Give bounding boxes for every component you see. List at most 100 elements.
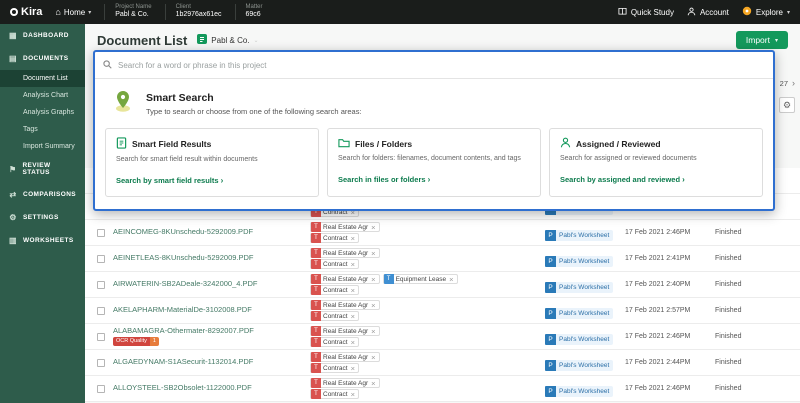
sidebar-item-import-summary[interactable]: Import Summary: [0, 138, 85, 155]
home-button[interactable]: ⌂ Home ▾: [55, 7, 91, 17]
tag-remove-icon[interactable]: ×: [351, 260, 355, 269]
tag-remove-icon[interactable]: ×: [371, 301, 375, 310]
review-status: Finished: [705, 281, 800, 288]
smart-field-tags: TReal Estate Agr×TContract×: [310, 300, 545, 321]
tag-label: Equipment Lease: [396, 276, 447, 283]
search-icon: [103, 56, 112, 74]
search-card-assigned-reviewed[interactable]: Assigned / ReviewedSearch for assigned o…: [549, 128, 763, 197]
review-status: Finished: [705, 229, 800, 236]
sidebar-item-documents[interactable]: ▤DOCUMENTS: [0, 47, 85, 70]
row-checkbox[interactable]: [97, 229, 105, 237]
tag-remove-icon[interactable]: ×: [351, 338, 355, 347]
smart-field-tags: TReal Estate Agr×TContract×: [310, 326, 545, 347]
main-content: Document List Pabl & Co. ⌄ Import ▾ 27 ›…: [85, 24, 800, 403]
ocr-quality-count: 1: [150, 337, 159, 346]
breadcrumb-label: Pabl & Co.: [211, 36, 249, 45]
chevron-down-icon: ▾: [787, 9, 790, 16]
tag-label: Real Estate Agr: [323, 250, 368, 257]
search-bar[interactable]: [95, 52, 773, 79]
quick-study-icon: [618, 7, 627, 18]
row-checkbox[interactable]: [97, 281, 105, 289]
tag-remove-icon[interactable]: ×: [371, 275, 375, 284]
pagination-next-icon[interactable]: ›: [792, 78, 795, 88]
smart-field-icon: [116, 137, 127, 151]
tag-label: Real Estate Agr: [323, 276, 368, 283]
tag-type-icon: T: [311, 363, 321, 373]
worksheet-badge[interactable]: PPabl's Worksheet: [545, 334, 613, 345]
worksheet-badge[interactable]: PPabl's Worksheet: [545, 230, 613, 241]
worksheet-badge[interactable]: PPabl's Worksheet: [545, 386, 613, 397]
tag-remove-icon[interactable]: ×: [351, 286, 355, 295]
import-date: 17 Feb 2021 2:46PM: [625, 229, 705, 236]
client-field: Client 1b2976ax61ec: [165, 4, 222, 20]
kira-logo[interactable]: Kira: [10, 6, 42, 18]
explore-button[interactable]: Explore ▾: [742, 6, 790, 18]
quick-study-button[interactable]: Quick Study: [618, 7, 674, 18]
tag-remove-icon[interactable]: ×: [371, 379, 375, 388]
worksheet-icon: P: [545, 308, 556, 319]
worksheet-badge[interactable]: PPabl's Worksheet: [545, 308, 613, 319]
sidebar-item-review-status[interactable]: ⚑REVIEW STATUS: [0, 155, 85, 183]
ocr-quality-badge: OCR Quality1: [113, 337, 159, 346]
card-description: Search for folders: filenames, document …: [338, 154, 530, 163]
tag-remove-icon[interactable]: ×: [351, 312, 355, 321]
tag-type-icon: T: [311, 248, 321, 258]
row-checkbox[interactable]: [97, 333, 105, 341]
review-status: Finished: [705, 333, 800, 340]
import-button[interactable]: Import ▾: [736, 31, 788, 49]
row-checkbox[interactable]: [97, 385, 105, 393]
sidebar-item-worksheets[interactable]: ▥WORKSHEETS: [0, 229, 85, 252]
tag-label: Contract: [323, 261, 348, 268]
card-link[interactable]: Search in files or folders ›: [338, 175, 430, 184]
chevron-down-icon: ⌄: [254, 37, 259, 44]
document-link[interactable]: AEINCOMEG-8KUnschedu-5292009.PDF: [113, 228, 310, 237]
worksheet-badge[interactable]: PPabl's Worksheet: [545, 256, 613, 267]
document-link[interactable]: AIRWATERIN-SB2ADeale-3242000_4.PDF: [113, 280, 310, 289]
worksheet-badge[interactable]: PPabl's Worksheet: [545, 360, 613, 371]
tag-remove-icon[interactable]: ×: [351, 364, 355, 373]
search-input[interactable]: [118, 61, 765, 70]
sidebar-item-settings[interactable]: ⚙SETTINGS: [0, 206, 85, 229]
document-link[interactable]: AEINETLEAS-8KUnschedu-5292009.PDF: [113, 254, 310, 263]
review-status: Finished: [705, 255, 800, 262]
tag-type-icon: T: [384, 274, 394, 284]
sidebar-item-tags[interactable]: Tags: [0, 121, 85, 138]
tag-pill: TContract×: [310, 363, 359, 373]
tag-pill: TContract×: [310, 259, 359, 269]
tag-label: Contract: [323, 365, 348, 372]
tag-remove-icon[interactable]: ×: [371, 223, 375, 232]
client-value: 1b2976ax61ec: [176, 11, 222, 20]
account-button[interactable]: Account: [687, 7, 729, 18]
sidebar-item-analysis-chart[interactable]: Analysis Chart: [0, 87, 85, 104]
sidebar-item-comparisons[interactable]: ⇄COMPARISONS: [0, 183, 85, 206]
search-card-files-folders[interactable]: Files / FoldersSearch for folders: filen…: [327, 128, 541, 197]
document-link[interactable]: ALGAEDYNAM-S1ASecurit-1132014.PDF: [113, 358, 310, 367]
project-name-value: Pabl & Co.: [115, 11, 151, 20]
document-link[interactable]: ALABAMAGRA-Othermater-8292007.PDF: [113, 327, 310, 336]
tag-remove-icon[interactable]: ×: [371, 327, 375, 336]
sidebar-item-analysis-graphs[interactable]: Analysis Graphs: [0, 104, 85, 121]
row-checkbox[interactable]: [97, 255, 105, 263]
tag-remove-icon[interactable]: ×: [351, 234, 355, 243]
tag-remove-icon[interactable]: ×: [371, 249, 375, 258]
card-link[interactable]: Search by assigned and reviewed ›: [560, 175, 685, 184]
sidebar-item-document-list[interactable]: Document List: [0, 70, 85, 87]
table-settings-button[interactable]: ⚙: [779, 97, 795, 113]
tag-remove-icon[interactable]: ×: [351, 390, 355, 399]
table-row: ALLOYSTEEL-SB2Obsolet-1122000.PDFTReal E…: [85, 376, 800, 402]
breadcrumb[interactable]: Pabl & Co. ⌄: [197, 34, 258, 46]
row-checkbox[interactable]: [97, 307, 105, 315]
tag-remove-icon[interactable]: ×: [449, 275, 453, 284]
document-link[interactable]: AKELAPHARM-MaterialDe-3102008.PDF: [113, 306, 310, 315]
tag-pill: TReal Estate Agr×: [310, 352, 380, 362]
row-checkbox[interactable]: [97, 359, 105, 367]
review-status: Finished: [705, 307, 800, 314]
worksheet-badge[interactable]: PPabl's Worksheet: [545, 282, 613, 293]
search-card-smart-field-results[interactable]: Smart Field ResultsSearch for smart fiel…: [105, 128, 319, 197]
card-link[interactable]: Search by smart field results ›: [116, 176, 223, 185]
tag-label: Contract: [323, 339, 348, 346]
document-link[interactable]: ALLOYSTEEL-SB2Obsolet-1122000.PDF: [113, 384, 310, 393]
sidebar: ▦DASHBOARD▤DOCUMENTSDocument ListAnalysi…: [0, 24, 85, 403]
tag-remove-icon[interactable]: ×: [371, 353, 375, 362]
sidebar-item-dashboard[interactable]: ▦DASHBOARD: [0, 24, 85, 47]
